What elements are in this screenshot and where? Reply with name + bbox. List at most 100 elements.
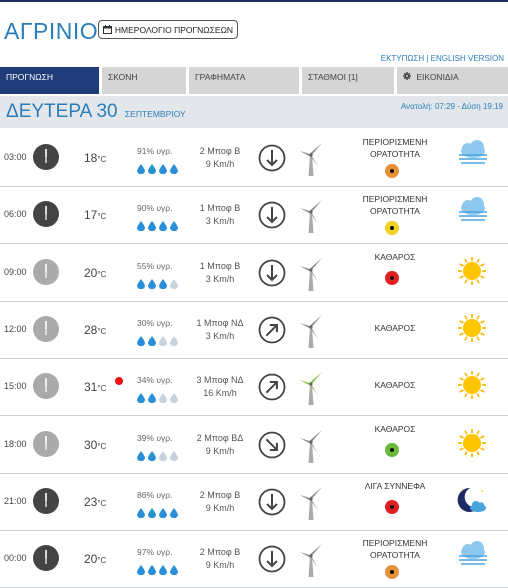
tab-label: ΣΤΑΘΜΟΙ [1] [308,72,358,82]
wind-info: 2 Μποφ ΒΔ 9 Km/h [190,432,250,458]
forecast-time: 21:00 [4,495,27,506]
wind-beaufort: 3 Μποφ ΝΔ [196,375,244,386]
forecast-row: 21:00 23°C 86% υγρ. 2 Μποφ Β 9 Km/h ΛΙΓΑ ΣΥΝΝ… [0,474,508,531]
drop-icon [137,448,145,466]
wind-speed: 9 Km/h [205,445,235,456]
tab-forecast[interactable]: ΠΡΟΓΝΩΣΗ [0,67,99,94]
temperature: 18°C [84,151,106,165]
drop-icon [148,333,156,351]
wind-speed: 3 Km/h [205,330,235,341]
top-border [0,0,508,2]
forecast-time: 03:00 [4,152,27,162]
drop-icon [137,218,145,236]
drop-icon [148,276,156,294]
windmill-icon [298,198,324,239]
sun-icon [456,255,488,292]
visibility-indicator-icon [385,164,399,178]
temperature-unit: °C [97,269,107,279]
forecast-time: 12:00 [4,323,27,334]
sky-condition: ΚΑΘΑΡΟΣ [340,322,450,334]
sky-condition: ΠΕΡΙΟΡΙΣΜΕΝΗ ΟΡΑΤΟΤΗΤΑ [340,193,450,217]
forecast-row: 06:00 17°C 90% υγρ. 1 Μποφ Β 3 Km/h ΠΕΡΙΟΡΙΣΜ… [0,187,508,245]
wind-info: 2 Μποφ Β 9 Km/h [190,145,250,171]
wind-info: 1 Μποφ ΝΔ 3 Km/h [190,317,250,343]
sun-icon [456,369,488,406]
humidity: 90% υγρ. [137,203,173,214]
sky-condition-line: ΛΙΓΑ ΣΥΝΝΕΦΑ [364,480,426,491]
humidity-drops [137,161,178,179]
tab-icons[interactable]: ΕΙΚΟΝΙΔΙΑ [397,67,508,94]
humidity-drops [137,448,178,466]
humidity: 55% υγρ. [137,260,173,271]
temperature-value: 23 [84,494,98,509]
temperature: 28°C [84,323,106,337]
drop-icon [170,448,178,466]
drop-icon [159,161,167,179]
windmill-icon [298,542,324,583]
forecast-calendar-button[interactable]: ΗΜΕΡΟΛΟΓΙΟ ΠΡΟΓΝΩΣΕΩΝ [98,20,238,39]
forecast-row: 15:00 31°C 34% υγρ. 3 Μποφ ΝΔ 16 Km/h ΚΑΘΑΡΟΣ [0,359,508,417]
windmill-icon [298,370,324,411]
visibility-indicator-icon [385,270,399,285]
temperature: 17°C [84,208,106,222]
tab-charts[interactable]: ΓΡΑΦΗΜΑΤΑ [189,67,299,94]
sky-condition: ΚΑΘΑΡΟΣ [340,379,450,391]
day-title: ΔΕΥΤΕΡΑ 30 ΣΕΠΤΕΜΒΡΙΟΥ [6,101,186,123]
temperature-unit: °C [97,384,107,394]
drop-icon [170,161,178,179]
wind-direction-arrow-icon [258,201,286,234]
wind-direction-arrow-icon [258,316,286,349]
forecast-row: 00:00 20°C 97% υγρ. 2 Μποφ Β 9 Km/h ΠΕΡΙΟΡΙΣΜ… [0,531,508,588]
humidity-drops [137,276,178,294]
temperature-unit: °C [97,155,107,164]
wind-direction-arrow-icon [258,259,286,292]
drop-icon [170,562,178,580]
temperature: 31°C [84,380,106,394]
wind-beaufort: 2 Μποφ Β [199,146,241,156]
sky-condition-line: ΟΡΑΤΟΤΗΤΑ [370,206,420,217]
print-english-link[interactable]: ΕΚΤΥΠΩΣΗ | ENGLISH VERSION [381,54,504,63]
forecast-row: 18:00 30°C 39% υγρ. 2 Μποφ ΒΔ 9 Km/h ΚΑΘΑΡΟΣ [0,417,508,474]
wind-beaufort: 1 Μποφ Β [199,203,241,214]
drop-icon [148,562,156,580]
drop-icon [137,505,145,523]
humidity-drops [137,562,178,580]
temperature: 20°C [84,266,106,280]
temperature-value: 31 [84,380,98,395]
fog-icon [456,541,490,574]
tab-label: ΓΡΑΦΗΜΑΤΑ [195,72,246,82]
day-header: ΔΕΥΤΕΡΑ 30 ΣΕΠΤΕΜΒΡΙΟΥ Ανατολή: 07:29 - … [0,96,508,128]
wind-info: 3 Μποφ ΝΔ 16 Km/h [190,374,250,400]
wind-direction-arrow-icon [258,545,286,578]
drop-icon [148,390,156,408]
humidity-drops [137,333,178,351]
temperature-value: 20 [84,552,98,567]
wind-direction-arrow-icon [258,431,286,464]
sky-condition-line: ΟΡΑΤΟΤΗΤΑ [370,550,420,561]
drop-icon [159,333,167,351]
tab-dust[interactable]: ΣΚΟΝΗ [102,67,186,94]
wind-speed: 3 Km/h [205,273,235,284]
sky-condition: ΚΑΘΑΡΟΣ [340,251,450,263]
calendar-button-label: ΗΜΕΡΟΛΟΓΙΟ ΠΡΟΓΝΩΣΕΩΝ [114,24,234,35]
windmill-icon [298,428,324,469]
sky-condition-line: ΚΑΘΑΡΟΣ [374,380,416,391]
temperature-unit: °C [97,212,107,222]
sky-condition: ΚΑΘΑΡΟΣ [340,423,450,435]
temperature: 23°C [84,495,106,509]
windmill-icon [298,256,324,297]
wind-speed: 9 Km/h [205,560,235,571]
sky-condition: ΠΕΡΙΟΡΙΣΜΕΝΗ ΟΡΑΤΟΤΗΤΑ [340,537,450,561]
temperature: 20°C [84,552,106,566]
sky-condition: ΛΙΓΑ ΣΥΝΝΕΦΑ [340,480,450,492]
wind-info: 1 Μποφ Β 3 Km/h [190,202,250,228]
heat-alert-dot [115,377,123,386]
temperature-value: 17 [84,208,98,223]
fog-icon [456,140,490,173]
humidity: 39% υγρ. [137,432,173,443]
temperature-unit: °C [97,556,107,566]
humidity-drops [137,390,178,408]
drop-icon [159,218,167,236]
tab-stations[interactable]: ΣΤΑΘΜΟΙ [1] [302,67,394,94]
wind-speed: 16 Km/h [203,388,237,399]
